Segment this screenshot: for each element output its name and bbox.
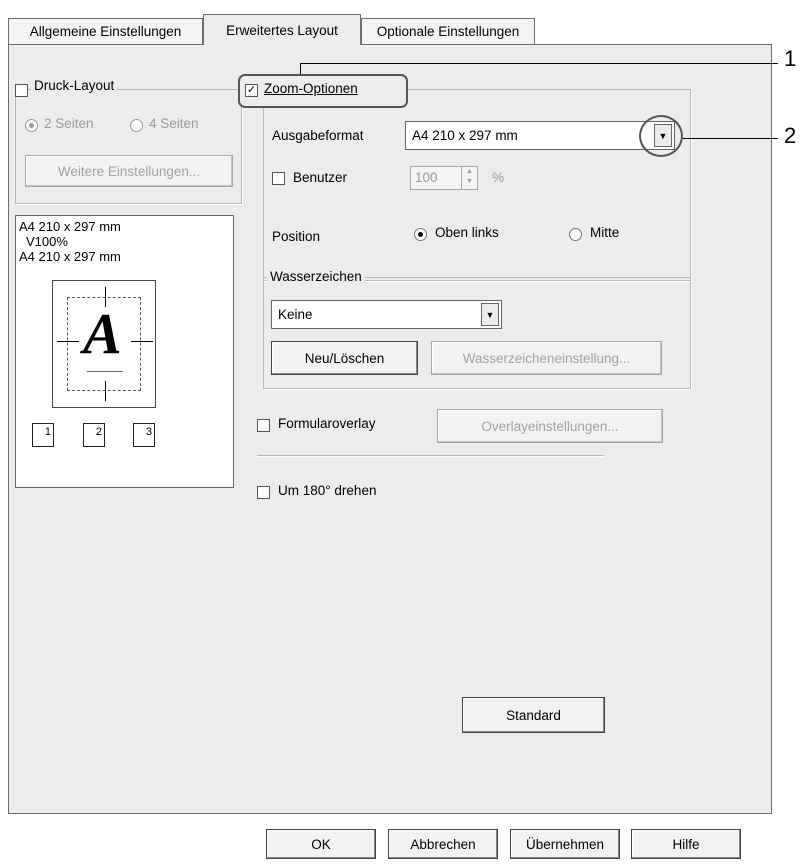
watermark-value: Keine xyxy=(278,307,313,322)
zoom-options-checkbox[interactable]: ✓ xyxy=(245,84,258,97)
callout-2-highlight xyxy=(639,115,683,157)
cancel-button[interactable]: Abbrechen xyxy=(388,829,498,859)
more-settings-button[interactable]: Weitere Einstellungen... xyxy=(25,155,233,187)
apply-button[interactable]: Übernehmen xyxy=(510,829,620,859)
user-label: Benutzer xyxy=(293,170,348,185)
form-overlay-checkbox[interactable] xyxy=(257,419,270,432)
tab-optional-settings[interactable]: Optionale Einstellungen xyxy=(361,18,535,44)
radio-2-pages-label: 2 Seiten xyxy=(44,116,94,131)
copy-order-icon-3: 3 xyxy=(133,423,155,447)
output-format-value: A4 210 x 297 mm xyxy=(412,128,518,143)
callout-2-number: 2 xyxy=(784,123,797,148)
tab-extended-layout[interactable]: Erweitertes Layout xyxy=(203,14,361,45)
preview-paper-size: A4 210 x 297 mm xyxy=(19,219,121,234)
watermark-settings-button[interactable]: Wasserzeicheneinstellung... xyxy=(431,341,662,375)
radio-4-pages-label: 4 Seiten xyxy=(149,116,199,131)
preview-page-letter: A xyxy=(83,301,122,366)
output-format-label: Ausgabeformat xyxy=(272,128,364,143)
watermark-group-title: Wasserzeichen xyxy=(267,269,365,284)
preview-page: A xyxy=(52,280,156,408)
preview-margin-right-arrow xyxy=(131,341,153,342)
rotate-180-checkbox[interactable] xyxy=(257,486,270,499)
radio-top-left-label: Oben links xyxy=(435,225,499,240)
preview-margin-bottom-arrow xyxy=(105,381,106,401)
tab-general-settings[interactable]: Allgemeine Einstellungen xyxy=(8,18,203,44)
preview-output-size: A4 210 x 297 mm xyxy=(19,249,121,264)
preview-panel: A4 210 x 297 mm V100% A4 210 x 297 mm A … xyxy=(15,215,234,488)
watermark-select[interactable]: Keine ▼ xyxy=(271,300,502,329)
preview-page-caption xyxy=(87,371,123,374)
zoom-options-label: Zoom-Optionen xyxy=(264,81,358,96)
preview-zoom-level: V100% xyxy=(26,234,68,249)
help-button[interactable]: Hilfe xyxy=(631,829,741,859)
user-zoom-input[interactable]: 100 ▲ ▼ xyxy=(410,166,478,190)
position-label: Position xyxy=(272,229,321,244)
output-format-select[interactable]: A4 210 x 297 mm ▼ xyxy=(405,121,675,150)
rotate-180-label: Um 180° drehen xyxy=(278,483,377,498)
user-checkbox[interactable] xyxy=(272,172,285,185)
copy-order-icon-1: 1 xyxy=(32,423,54,447)
copy-order-icon-2: 2 xyxy=(83,423,105,447)
callout-2-line xyxy=(683,138,778,139)
radio-4-pages[interactable] xyxy=(130,119,143,132)
callout-1-number: 1 xyxy=(784,46,797,71)
overlay-settings-button[interactable]: Overlayeinstellungen... xyxy=(437,409,663,443)
radio-center[interactable] xyxy=(569,228,582,241)
user-zoom-spinner[interactable]: ▲ ▼ xyxy=(461,167,477,189)
separator xyxy=(257,455,604,456)
new-delete-button[interactable]: Neu/Löschen xyxy=(271,341,418,375)
print-layout-checkbox[interactable] xyxy=(15,84,28,97)
ok-button[interactable]: OK xyxy=(266,829,376,859)
standard-button[interactable]: Standard xyxy=(462,697,605,733)
print-layout-label: Druck-Layout xyxy=(31,78,118,93)
radio-center-label: Mitte xyxy=(590,225,620,240)
preview-margin-left-arrow xyxy=(57,341,79,342)
callout-1-line xyxy=(300,63,778,64)
radio-top-left[interactable] xyxy=(414,228,427,241)
user-unit: % xyxy=(492,170,505,185)
radio-2-pages[interactable] xyxy=(25,119,38,132)
form-overlay-label: Formularoverlay xyxy=(278,416,376,431)
chevron-down-icon[interactable]: ▼ xyxy=(481,303,499,326)
